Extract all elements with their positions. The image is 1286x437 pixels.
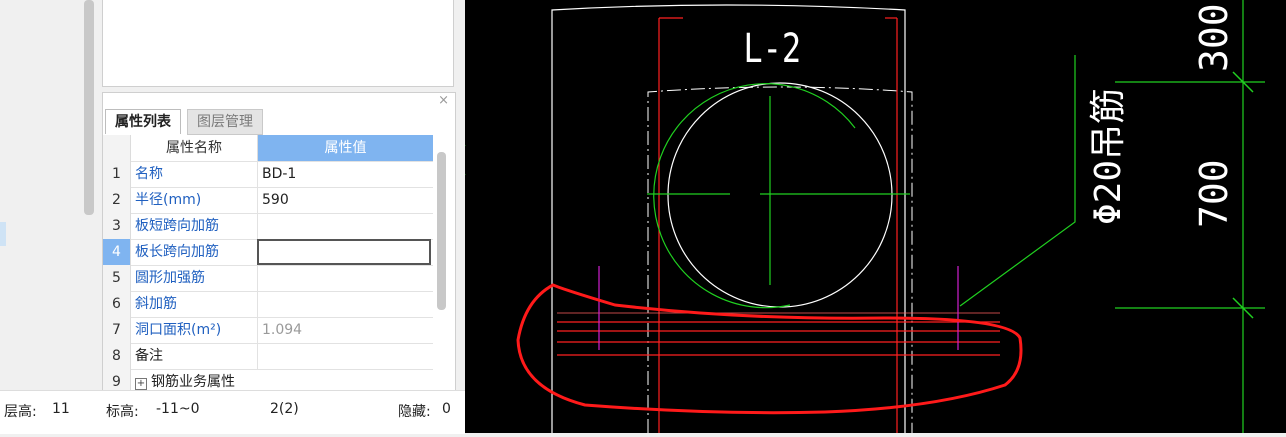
header-corner (103, 135, 131, 161)
red-markup-circle (516, 283, 1023, 415)
property-value[interactable]: BD-1 (257, 161, 431, 187)
table-row[interactable]: 7 洞口面积(m²) 1.094 (103, 317, 433, 344)
property-value: 1.094 (257, 317, 431, 343)
table-row[interactable]: 6 斜加筋 (103, 291, 433, 318)
row-number: 3 (103, 213, 131, 239)
property-name: 斜加筋 (135, 296, 177, 312)
table-row-selected[interactable]: 4 板长跨向加筋 (103, 239, 433, 266)
close-icon[interactable]: × (438, 93, 449, 108)
property-scrollbar[interactable] (437, 152, 446, 310)
expand-icon[interactable]: + (135, 378, 147, 390)
property-name: 备注 (135, 348, 163, 364)
property-name: 半径(mm) (135, 192, 202, 208)
table-header: 属性名称 属性值 (103, 135, 433, 162)
column-outline (551, 4, 906, 433)
rebar-label: Φ20吊筋 (1088, 88, 1129, 225)
property-name: 名称 (135, 166, 163, 182)
table-row[interactable]: 8 备注 (103, 343, 433, 370)
beam-dashed-outline (647, 86, 913, 433)
tab-layer-management[interactable]: 图层管理 (187, 109, 263, 135)
property-value-input[interactable] (257, 239, 431, 265)
property-panel: × 属性列表 图层管理 属性名称 属性值 1 名称 BD-1 2 半径(mm) … (102, 92, 456, 396)
table-row[interactable]: 5 圆形加强筋 (103, 265, 433, 292)
cad-drawing: L-2 Φ20吊筋 300 700 (460, 0, 1265, 433)
property-name: 板短跨向加筋 (135, 218, 219, 234)
row-number: 1 (103, 161, 131, 187)
column-header-name: 属性名称 (131, 135, 258, 161)
table-row[interactable]: 1 名称 BD-1 (103, 161, 433, 188)
table-row[interactable]: 2 半径(mm) 590 (103, 187, 433, 214)
hidden-label: 隐藏: (398, 404, 431, 420)
cad-canvas[interactable]: L-2 Φ20吊筋 300 700 (460, 0, 1286, 433)
property-name: 洞口面积(m²) (135, 322, 222, 338)
dimension-mid-label: 700 (1192, 159, 1236, 228)
row-number: 8 (103, 343, 131, 369)
tab-property-list[interactable]: 属性列表 (105, 109, 181, 134)
left-panel: × 属性列表 图层管理 属性名称 属性值 1 名称 BD-1 2 半径(mm) … (0, 0, 465, 434)
row-number: 5 (103, 265, 131, 291)
property-value[interactable] (257, 291, 431, 317)
property-value[interactable]: 590 (257, 187, 431, 213)
dimension-top-label: 300 (1192, 3, 1236, 72)
row-number: 6 (103, 291, 131, 317)
property-name: 圆形加强筋 (135, 270, 205, 286)
property-value[interactable] (257, 265, 431, 291)
row-number: 4 (103, 239, 131, 265)
floor-height-value: 11 (52, 401, 70, 417)
selection-count: 2(2) (270, 401, 299, 417)
hidden-value: 0 (442, 401, 451, 417)
property-name: 钢筋业务属性 (151, 374, 235, 390)
property-name: 板长跨向加筋 (135, 244, 219, 260)
status-bar: 层高: 11 标高: -11~0 2(2) 隐藏: 0 (0, 390, 465, 434)
leader-line (959, 55, 1076, 307)
hole-circle (667, 82, 893, 308)
side-selection-marker (0, 222, 6, 246)
side-scrollbar[interactable] (84, 0, 94, 215)
floor-height-label: 层高: (4, 404, 37, 420)
green-arc (653, 83, 856, 309)
elevation-label: 标高: (106, 404, 139, 420)
table-row[interactable]: 3 板短跨向加筋 (103, 213, 433, 240)
row-number: 7 (103, 317, 131, 343)
property-value[interactable] (257, 343, 431, 369)
elevation-value: -11~0 (156, 401, 200, 417)
property-value[interactable] (257, 213, 431, 239)
preview-panel (102, 0, 454, 87)
column-header-value: 属性值 (258, 135, 433, 161)
beam-label: L-2 (743, 24, 801, 71)
row-number: 2 (103, 187, 131, 213)
